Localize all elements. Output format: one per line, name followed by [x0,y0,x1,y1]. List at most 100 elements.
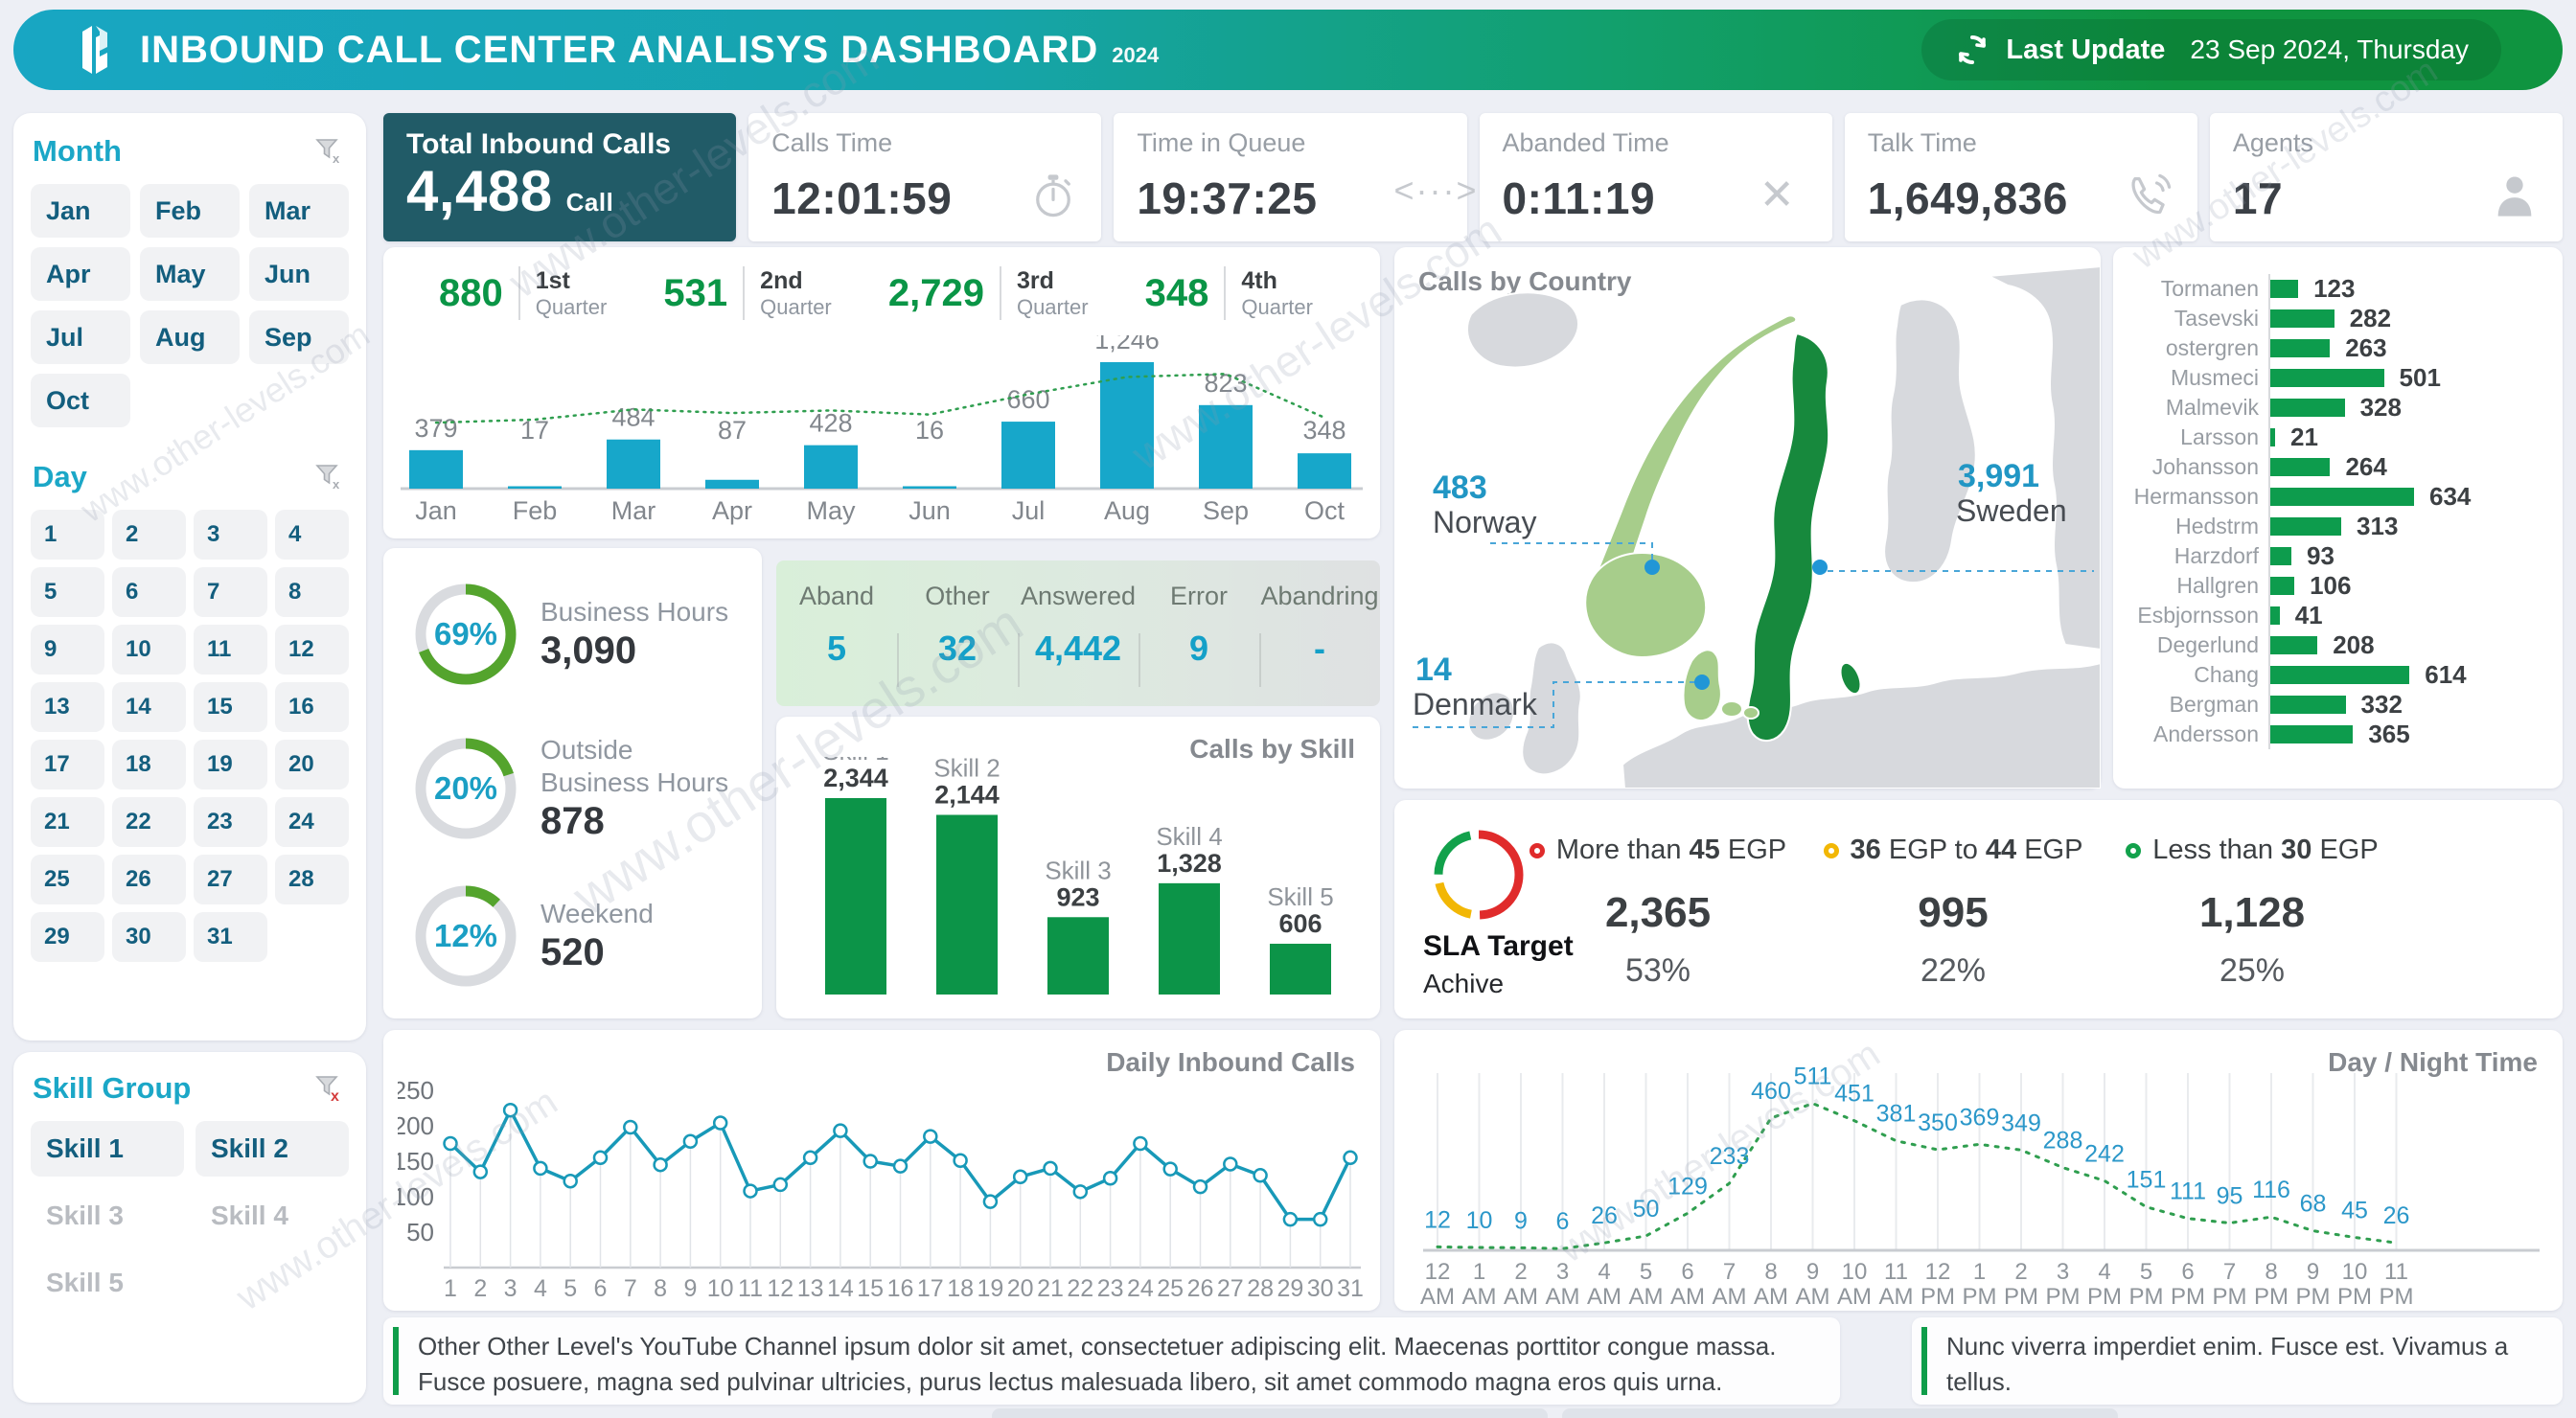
daily-point-15[interactable] [864,1155,877,1168]
agent-bar[interactable] [2270,428,2275,446]
day-button-20[interactable]: 20 [275,740,349,789]
agent-bar[interactable] [2270,636,2317,654]
daily-point-13[interactable] [804,1152,816,1164]
day-button-15[interactable]: 15 [194,682,267,732]
daily-point-17[interactable] [924,1131,936,1143]
agent-bar[interactable] [2270,606,2280,625]
daily-point-25[interactable] [1164,1163,1177,1176]
agent-bar[interactable] [2270,547,2291,565]
agent-bar[interactable] [2270,725,2353,743]
day-button-17[interactable]: 17 [31,740,104,789]
day-button-21[interactable]: 21 [31,797,104,847]
day-button-11[interactable]: 11 [194,625,267,675]
bar-jul[interactable] [1001,422,1055,489]
bar-apr[interactable] [705,480,759,489]
calls-by-skill-bar-chart[interactable]: Skill 12,344Skill 22,144Skill 3923Skill … [800,757,1356,1006]
daily-point-27[interactable] [1224,1157,1236,1170]
daily-point-22[interactable] [1074,1185,1087,1198]
page-tab-stub[interactable] [1562,1408,2118,1418]
daily-point-16[interactable] [894,1160,907,1173]
daily-point-4[interactable] [534,1162,546,1175]
agent-bar[interactable] [2270,399,2345,417]
bar-skill-4[interactable] [1159,883,1220,995]
donut-business-hours[interactable]: 69% [412,581,519,688]
month-button-oct[interactable]: Oct [31,374,130,427]
page-tab-stub[interactable] [992,1408,1548,1418]
daily-point-3[interactable] [504,1104,517,1116]
skill-button-skill-2[interactable]: Skill 2 [196,1121,349,1177]
month-button-aug[interactable]: Aug [140,310,240,364]
day-button-30[interactable]: 30 [112,912,186,962]
bar-jun[interactable] [903,487,956,490]
bar-skill-3[interactable] [1047,917,1109,995]
daily-point-23[interactable] [1104,1172,1116,1184]
bar-skill-5[interactable] [1270,944,1331,995]
day-button-12[interactable]: 12 [275,625,349,675]
month-button-jan[interactable]: Jan [31,184,130,238]
daily-point-24[interactable] [1134,1137,1146,1150]
bar-oct[interactable] [1298,453,1351,489]
day-button-14[interactable]: 14 [112,682,186,732]
day-button-26[interactable]: 26 [112,855,186,904]
agent-bar[interactable] [2270,339,2330,357]
day-button-28[interactable]: 28 [275,855,349,904]
daily-point-10[interactable] [714,1117,726,1130]
agent-bar[interactable] [2270,696,2346,714]
day-night-line-chart[interactable]: 1212AM101AM92AM63AM264AM505AM1296AM2337A… [1409,1044,2549,1305]
agent-bar[interactable] [2270,488,2414,506]
daily-point-1[interactable] [445,1137,457,1150]
daily-point-14[interactable] [834,1125,846,1137]
month-clear-filter-icon[interactable]: x [312,135,345,168]
day-button-1[interactable]: 1 [31,510,104,560]
day-button-23[interactable]: 23 [194,797,267,847]
refresh-icon[interactable] [1954,32,1990,68]
month-button-mar[interactable]: Mar [249,184,349,238]
daily-point-28[interactable] [1254,1169,1267,1181]
daily-point-9[interactable] [684,1135,697,1148]
day-button-3[interactable]: 3 [194,510,267,560]
day-button-18[interactable]: 18 [112,740,186,789]
day-button-31[interactable]: 31 [194,912,267,962]
day-button-24[interactable]: 24 [275,797,349,847]
bar-sep[interactable] [1199,405,1253,489]
month-button-jun[interactable]: Jun [249,247,349,301]
agent-bar[interactable] [2270,517,2341,536]
bar-skill-1[interactable] [825,798,886,995]
daily-point-30[interactable] [1314,1213,1326,1225]
day-button-13[interactable]: 13 [31,682,104,732]
bar-skill-2[interactable] [936,814,998,995]
skill-button-skill-4[interactable]: Skill 4 [196,1188,349,1244]
daily-point-29[interactable] [1284,1213,1297,1225]
agent-bar[interactable] [2270,280,2298,298]
day-button-25[interactable]: 25 [31,855,104,904]
bar-jan[interactable] [409,450,463,489]
day-button-10[interactable]: 10 [112,625,186,675]
skill-button-skill-1[interactable]: Skill 1 [31,1121,184,1177]
daily-inbound-line-chart[interactable]: 5010015020025012345678910111213141516171… [398,1044,1366,1303]
day-clear-filter-icon[interactable]: x [312,461,345,493]
daily-point-11[interactable] [745,1185,757,1198]
month-button-apr[interactable]: Apr [31,247,130,301]
donut-outside-business-hours[interactable]: 20% [412,735,519,842]
month-button-sep[interactable]: Sep [249,310,349,364]
daily-point-8[interactable] [655,1158,667,1171]
month-button-jul[interactable]: Jul [31,310,130,364]
day-button-16[interactable]: 16 [275,682,349,732]
day-button-7[interactable]: 7 [194,567,267,617]
day-button-9[interactable]: 9 [31,625,104,675]
day-button-6[interactable]: 6 [112,567,186,617]
daily-point-31[interactable] [1345,1152,1357,1164]
agent-bar[interactable] [2270,458,2330,476]
bar-mar[interactable] [607,440,660,489]
donut-weekend[interactable]: 12% [412,882,519,990]
daily-point-19[interactable] [984,1196,997,1208]
day-button-5[interactable]: 5 [31,567,104,617]
agent-bar[interactable] [2270,309,2334,328]
day-button-2[interactable]: 2 [112,510,186,560]
day-button-29[interactable]: 29 [31,912,104,962]
bar-may[interactable] [804,446,858,489]
daily-point-7[interactable] [624,1121,636,1133]
scandinavia-map[interactable]: 483 Norway 3,991 Sweden 14 Denmark [1394,247,2101,789]
monthly-calls-bar-chart[interactable]: 379Jan17Feb484Mar87Apr428May16Jun660Jul1… [393,335,1370,527]
agent-bar[interactable] [2270,577,2294,595]
